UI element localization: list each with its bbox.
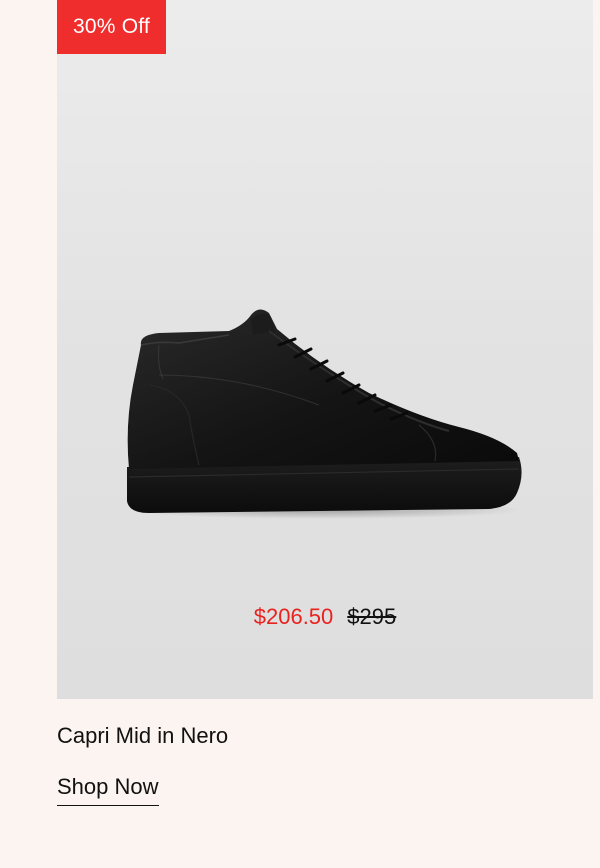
sale-price: $206.50: [253, 604, 334, 629]
shop-now-link[interactable]: Shop Now: [57, 773, 159, 806]
discount-badge: 30% Off: [57, 0, 166, 54]
product-image[interactable]: [119, 305, 539, 535]
product-title[interactable]: Capri Mid in Nero: [57, 722, 228, 750]
original-price: $295: [347, 604, 397, 629]
product-card[interactable]: 30% Off $206.50 $295: [57, 0, 593, 699]
price-row: $206.50 $295: [57, 604, 593, 630]
